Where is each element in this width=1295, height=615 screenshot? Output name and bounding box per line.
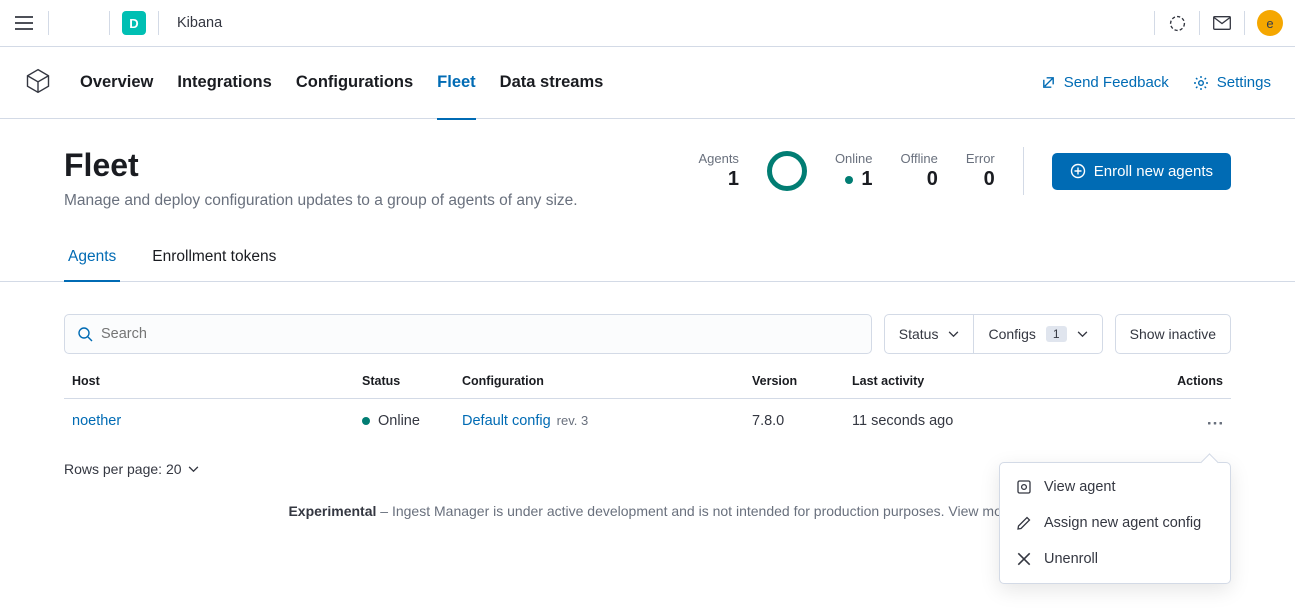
stat-offline: Offline 0 — [901, 151, 938, 191]
col-host: Host — [64, 362, 354, 399]
col-last-activity: Last activity — [844, 362, 1097, 399]
config-rev: rev. 3 — [557, 413, 589, 428]
version-cell: 7.8.0 — [744, 399, 844, 444]
hamburger-menu[interactable] — [12, 11, 36, 35]
stat-error: Error 0 — [966, 151, 995, 191]
menu-assign-config[interactable]: Assign new agent config — [1000, 505, 1230, 541]
chevron-down-icon — [948, 331, 959, 338]
col-configuration: Configuration — [454, 362, 744, 399]
sub-tab-enrollment-tokens[interactable]: Enrollment tokens — [148, 240, 280, 281]
space-logo[interactable]: D — [122, 11, 146, 35]
chevron-down-icon — [188, 466, 199, 473]
nav-tab-overview[interactable]: Overview — [80, 69, 153, 96]
col-version: Version — [744, 362, 844, 399]
config-link[interactable]: Default config — [462, 413, 551, 429]
enroll-button[interactable]: Enroll new agents — [1052, 153, 1231, 190]
send-feedback-label: Send Feedback — [1064, 74, 1169, 91]
send-feedback-link[interactable]: Send Feedback — [1041, 74, 1169, 91]
settings-label: Settings — [1217, 74, 1271, 91]
search-input[interactable] — [101, 326, 859, 342]
show-inactive-button[interactable]: Show inactive — [1115, 314, 1231, 354]
sub-tab-agents[interactable]: Agents — [64, 240, 120, 282]
chevron-down-icon — [1077, 331, 1088, 338]
col-actions: Actions — [1097, 362, 1231, 399]
mail-icon[interactable] — [1212, 13, 1232, 33]
breadcrumb[interactable]: Kibana — [177, 15, 222, 31]
app-icon — [24, 67, 56, 99]
configs-filter[interactable]: Configs 1 — [974, 314, 1102, 354]
newsfeed-icon[interactable] — [1167, 13, 1187, 33]
configs-count-badge: 1 — [1046, 326, 1067, 342]
nav-tab-fleet[interactable]: Fleet — [437, 69, 476, 120]
page-description: Manage and deploy configuration updates … — [64, 192, 578, 210]
page-title: Fleet — [64, 147, 578, 184]
avatar[interactable]: e — [1257, 10, 1283, 36]
nav-tab-configurations[interactable]: Configurations — [296, 69, 413, 96]
status-cell: Online — [362, 413, 446, 429]
space-letter: D — [129, 16, 138, 31]
search-box[interactable] — [64, 314, 872, 354]
close-icon — [1016, 551, 1032, 567]
status-dot-icon — [362, 417, 370, 425]
enroll-button-label: Enroll new agents — [1094, 163, 1213, 180]
avatar-letter: e — [1266, 16, 1273, 31]
table-row: noether Online Default config rev. 3 7.8.… — [64, 399, 1231, 444]
host-link[interactable]: noether — [72, 413, 121, 429]
last-activity-cell: 11 seconds ago — [844, 399, 1097, 444]
stat-online: Online 1 — [835, 151, 873, 191]
nav-tab-data-streams[interactable]: Data streams — [500, 69, 604, 96]
status-filter[interactable]: Status — [884, 314, 975, 354]
settings-link[interactable]: Settings — [1193, 74, 1271, 91]
menu-view-agent[interactable]: View agent — [1000, 469, 1230, 505]
stat-agents: Agents 1 — [698, 151, 738, 191]
inspect-icon — [1016, 479, 1032, 495]
actions-context-menu: View agent Assign new agent config Unenr… — [999, 462, 1231, 584]
row-actions-button[interactable] — [1207, 421, 1223, 425]
pencil-icon — [1016, 515, 1032, 531]
donut-chart — [767, 151, 807, 191]
nav-tab-integrations[interactable]: Integrations — [177, 69, 271, 96]
col-status: Status — [354, 362, 454, 399]
menu-unenroll[interactable]: Unenroll — [1000, 541, 1230, 577]
search-icon — [77, 326, 93, 342]
